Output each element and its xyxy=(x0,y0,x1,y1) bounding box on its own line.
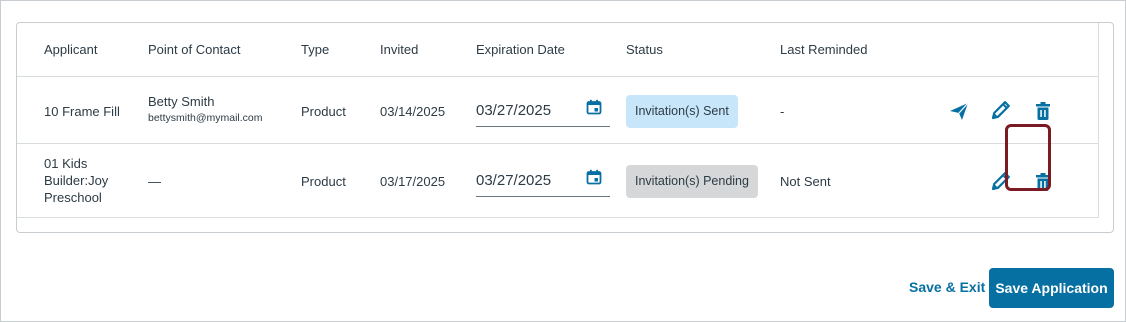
pencil-icon[interactable] xyxy=(990,99,1012,121)
trash-icon[interactable] xyxy=(1032,100,1054,122)
expiration-date-value: 03/27/2025 xyxy=(476,102,552,119)
header-contact: Point of Contact xyxy=(148,42,241,57)
header-type: Type xyxy=(301,42,330,57)
table-row: 10 Frame Fill Betty Smith bettysmith@mym… xyxy=(17,77,1099,144)
invited-date: 03/14/2025 xyxy=(380,104,446,119)
delete-highlight-box xyxy=(1005,124,1051,191)
save-exit-button[interactable]: Save & Exit xyxy=(909,279,985,295)
last-reminded: - xyxy=(780,104,785,119)
header-applicant: Applicant xyxy=(44,42,98,57)
table-header: Applicant Point of Contact Type Invited … xyxy=(17,23,1099,77)
save-application-button[interactable]: Save Application xyxy=(989,268,1114,308)
status-badge: Invitation(s) Sent xyxy=(626,95,738,128)
invited-date: 03/17/2025 xyxy=(380,174,446,189)
header-status: Status xyxy=(626,42,663,57)
header-last-reminded: Last Reminded xyxy=(780,42,868,57)
applicant-name: 10 Frame Fill xyxy=(44,104,120,119)
contact-name: Betty Smith xyxy=(148,94,215,109)
expiration-date-input[interactable]: 03/27/2025 xyxy=(476,167,610,197)
header-invited: Invited xyxy=(380,42,419,57)
applicants-card: Applicant Point of Contact Type Invited … xyxy=(16,22,1114,233)
type-value: Product xyxy=(301,174,346,189)
contact-email: bettysmith@mymail.com xyxy=(148,112,263,124)
header-expiration: Expiration Date xyxy=(476,42,565,57)
expiration-date-input[interactable]: 03/27/2025 xyxy=(476,97,610,127)
send-icon[interactable] xyxy=(948,100,970,122)
calendar-icon[interactable] xyxy=(586,99,602,115)
applicant-name: 01 Kids Builder:Joy Preschool xyxy=(44,156,109,205)
applicants-table: Applicant Point of Contact Type Invited … xyxy=(17,23,1099,218)
contact-name: — xyxy=(148,174,161,189)
table-row: 01 Kids Builder:Joy Preschool — Product … xyxy=(17,144,1099,218)
calendar-icon[interactable] xyxy=(586,169,602,185)
status-badge: Invitation(s) Pending xyxy=(626,165,758,198)
last-reminded: Not Sent xyxy=(780,174,831,189)
expiration-date-value: 03/27/2025 xyxy=(476,172,552,189)
type-value: Product xyxy=(301,104,346,119)
